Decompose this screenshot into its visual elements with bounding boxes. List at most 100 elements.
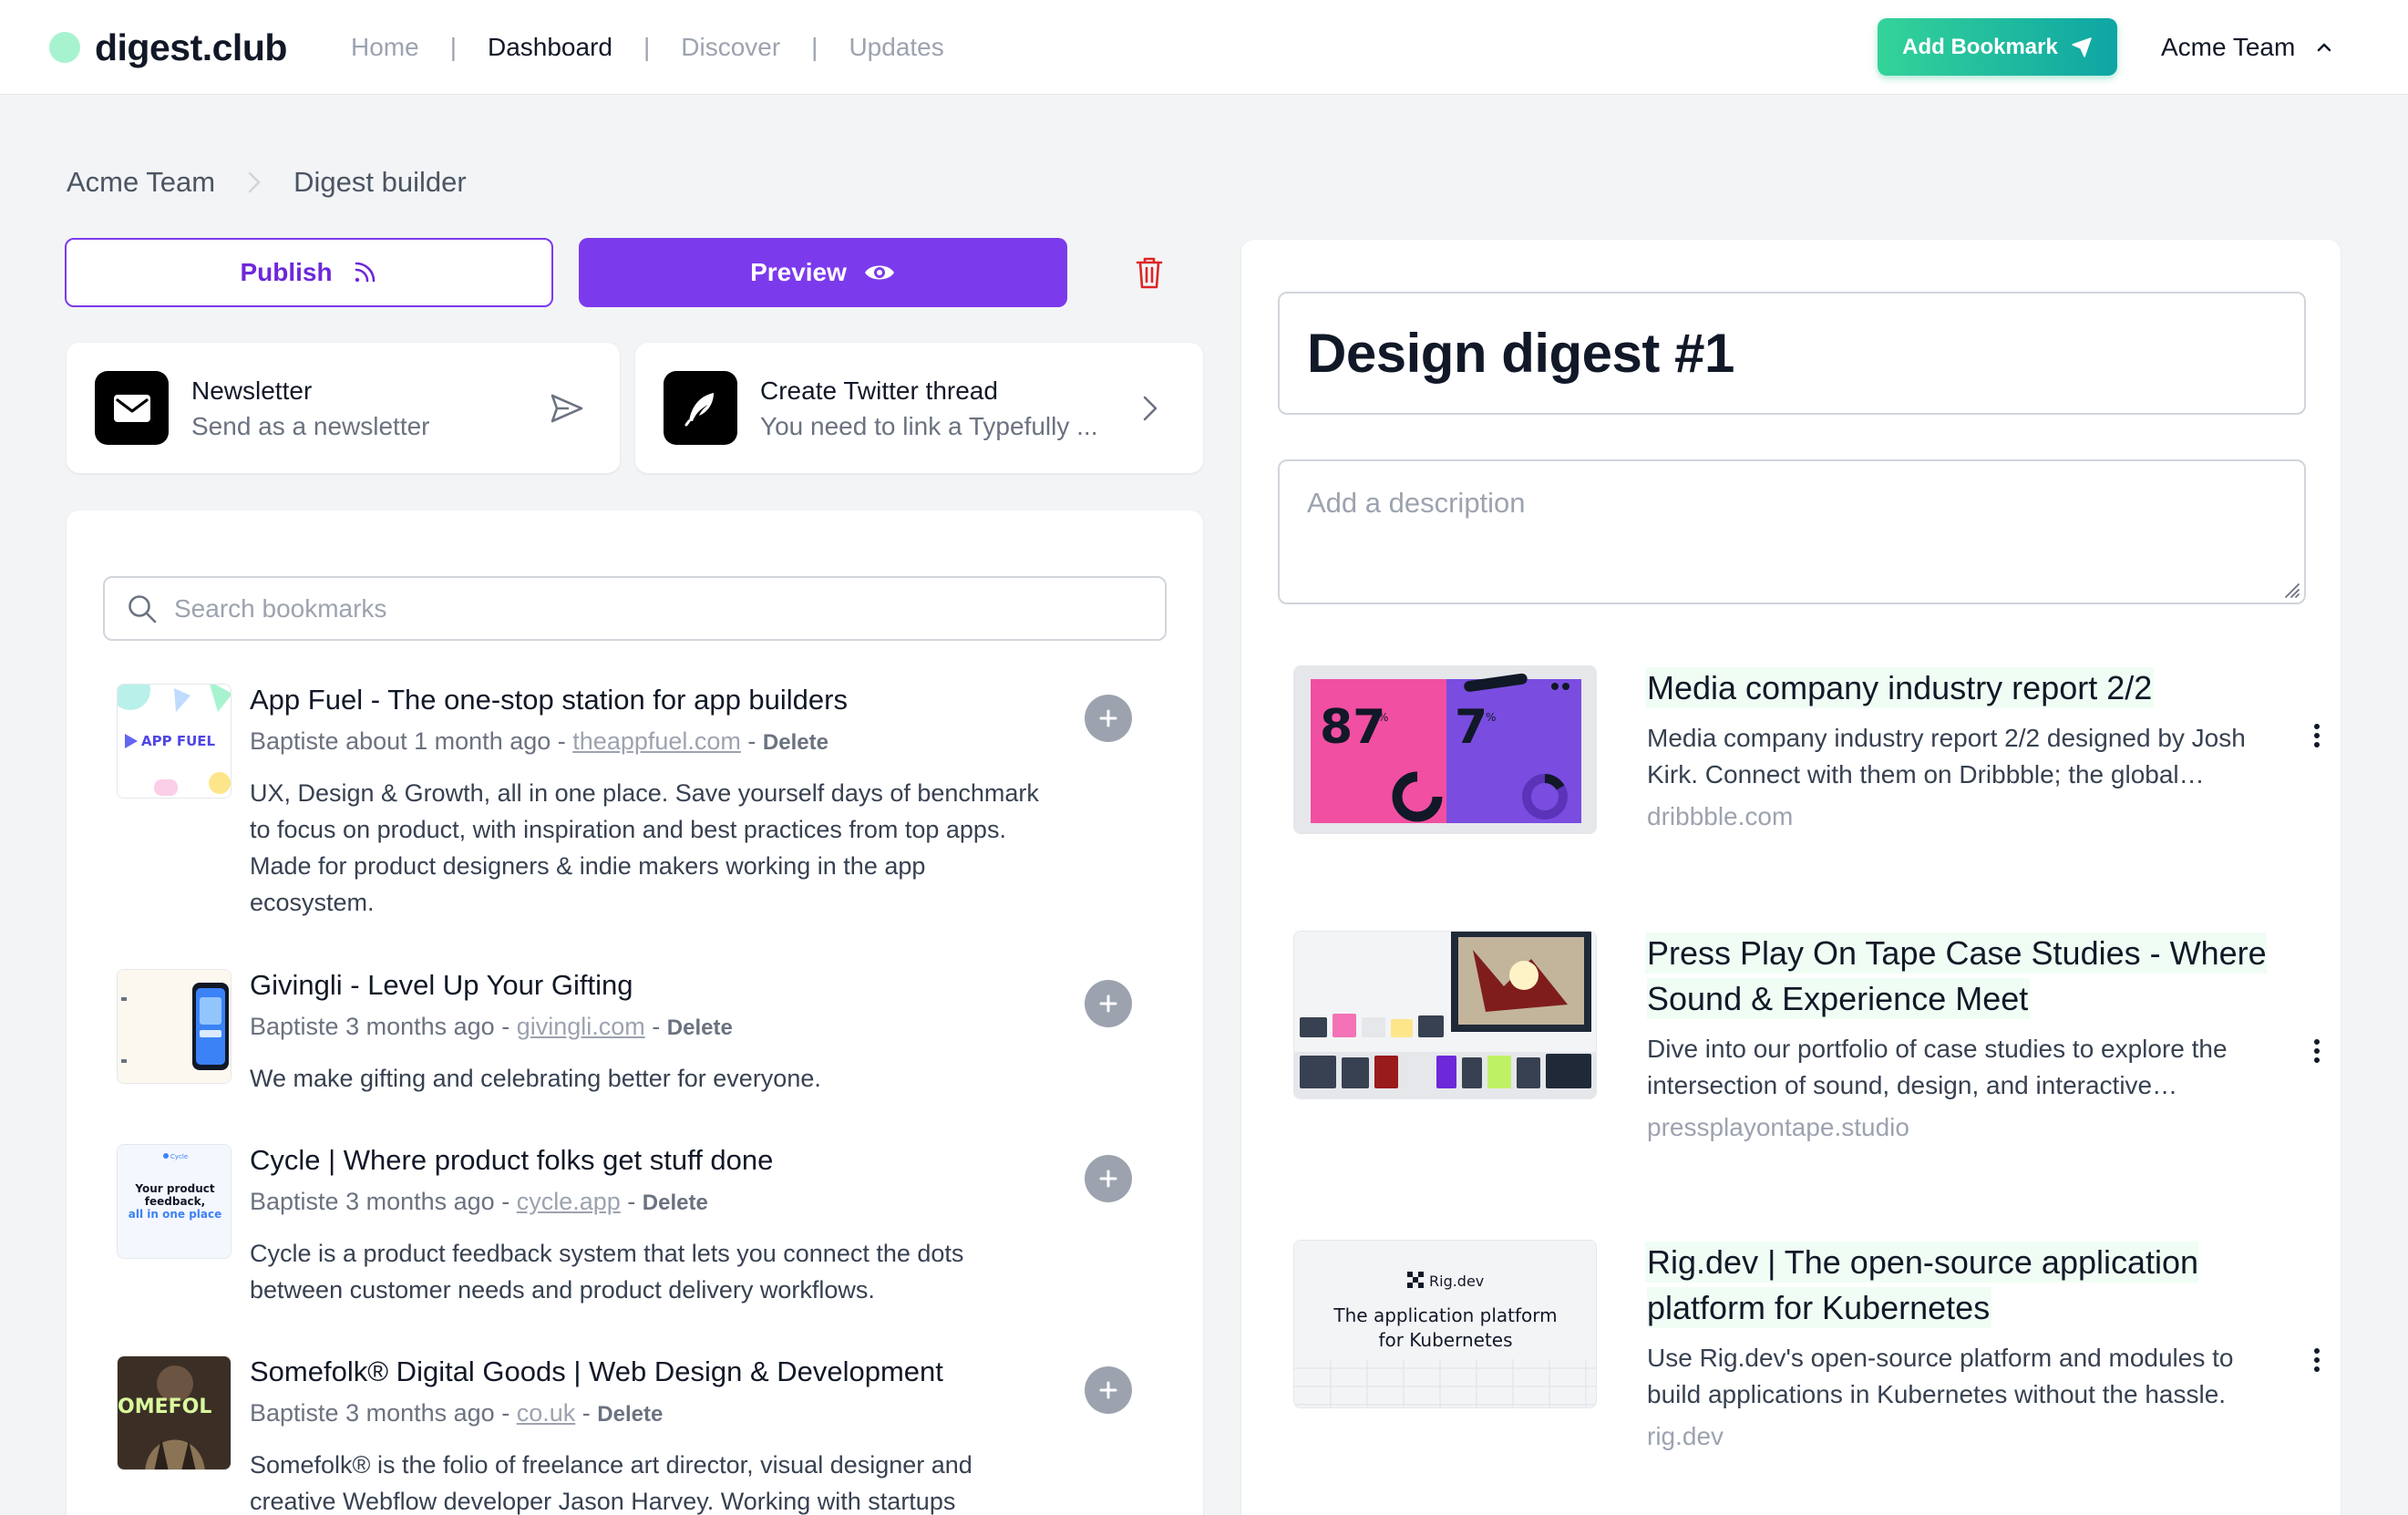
nav-dashboard[interactable]: Dashboard <box>488 33 612 62</box>
plus-icon <box>1099 1381 1117 1399</box>
bookmark-domain-link[interactable]: theappfuel.com <box>572 727 741 755</box>
paper-plane-icon <box>549 390 585 427</box>
nav-discover[interactable]: Discover <box>681 33 780 62</box>
digest-item-title[interactable]: Media company industry report 2/2 <box>1647 665 2267 711</box>
preview-label: Preview <box>750 258 847 286</box>
preview-button[interactable]: Preview <box>579 238 1067 307</box>
rig-thumb-line1: The application platform <box>1333 1304 1557 1326</box>
bookmark-delete-link[interactable]: Delete <box>667 1015 733 1040</box>
search-icon <box>127 593 158 624</box>
rig-thumb-line2: for Kubernetes <box>1378 1329 1512 1351</box>
add-to-digest-button[interactable] <box>1085 695 1132 742</box>
appfuel-thumb-text: APP FUEL <box>141 733 215 749</box>
twitter-thread-card[interactable]: Create Twitter thread You need to link a… <box>635 343 1203 473</box>
digest-item-title-text: Media company industry report 2/2 <box>1647 669 2153 706</box>
bookmark-thumbnail[interactable]: OMEFOL <box>117 1355 232 1470</box>
twitter-thread-subtitle: You need to link a Typefully ... <box>760 412 1098 440</box>
main-nav: Home | Dashboard | Discover | Updates <box>351 27 944 67</box>
newsletter-title: Newsletter <box>191 376 313 405</box>
plus-icon <box>1099 995 1117 1013</box>
digest-item-title[interactable]: Rig.dev | The open-source application pl… <box>1647 1240 2267 1331</box>
nav-home[interactable]: Home <box>351 33 419 62</box>
typefully-feather-icon <box>664 371 737 445</box>
bookmark-title[interactable]: Somefolk® Digital Goods | Web Design & D… <box>250 1355 943 1388</box>
digest-item-domain[interactable]: rig.dev <box>1647 1422 1724 1451</box>
more-vertical-icon <box>2314 1039 2320 1063</box>
more-vertical-icon <box>2314 1348 2320 1372</box>
add-bookmark-button[interactable]: Add Bookmark <box>1878 18 2117 76</box>
publish-button[interactable]: Publish <box>65 238 553 307</box>
bookmark-author: Baptiste <box>250 1013 339 1040</box>
newsletter-subtitle: Send as a newsletter <box>191 412 430 440</box>
team-menu[interactable]: Acme Team <box>2161 27 2333 67</box>
bookmark-delete-link[interactable]: Delete <box>643 1190 708 1215</box>
bookmark-delete-link[interactable]: Delete <box>597 1402 663 1427</box>
digest-item-domain[interactable]: pressplayontape.studio <box>1647 1113 1909 1142</box>
thumb-left-unit: % <box>1378 711 1388 724</box>
add-to-digest-button[interactable] <box>1085 980 1132 1027</box>
bookmark-description: UX, Design & Growth, all in one place. S… <box>250 779 1039 916</box>
digest-item-title[interactable]: Press Play On Tape Case Studies - Where … <box>1647 931 2267 1022</box>
search-bookmarks-box <box>103 576 1167 641</box>
digest-item-thumbnail[interactable] <box>1293 931 1597 1099</box>
digest-item-description: Use Rig.dev's open-source platform and m… <box>1647 1344 2234 1408</box>
bookmark-domain-link[interactable]: cycle.app <box>517 1188 621 1215</box>
delete-digest-button[interactable] <box>1132 253 1167 292</box>
digest-item-domain[interactable]: dribbble.com <box>1647 802 1793 831</box>
bookmark-title[interactable]: Cycle | Where product folks get stuff do… <box>250 1144 773 1177</box>
cycle-thumb-line2: feedback, <box>145 1195 205 1208</box>
thumb-right-unit: % <box>1486 711 1496 724</box>
cycle-thumb-line1: Your product <box>134 1182 214 1195</box>
team-name: Acme Team <box>2161 33 2296 61</box>
bookmark-description: Somefolk® is the folio of freelance art … <box>250 1451 972 1515</box>
bookmark-time: 3 months ago <box>345 1399 495 1427</box>
digest-item-thumbnail[interactable]: 87 % 7 % <box>1293 665 1597 834</box>
nav-separator: | <box>811 33 818 61</box>
nav-separator: | <box>449 33 457 61</box>
search-bookmarks-input[interactable] <box>174 593 1158 624</box>
bookmark-time: 3 months ago <box>345 1013 495 1040</box>
digest-description-input[interactable] <box>1280 461 2304 603</box>
logo-text: digest.club <box>95 26 287 68</box>
add-to-digest-button[interactable] <box>1085 1366 1132 1414</box>
bookmark-domain-link[interactable]: co.uk <box>517 1399 576 1427</box>
nav-updates[interactable]: Updates <box>849 33 943 62</box>
digest-item-description: Dive into our portfolio of case studies … <box>1647 1035 2228 1099</box>
digest-item-menu-button[interactable] <box>2308 1342 2326 1378</box>
add-bookmark-label: Add Bookmark <box>1902 34 2058 59</box>
digest-panel: Design digest #1 87 % 7 % Media c <box>1241 240 2341 1515</box>
digest-item: Press Play On Tape Case Studies - Where … <box>1293 931 2320 1142</box>
digest-item-thumbnail[interactable]: Rig.dev The application platform for Kub… <box>1293 1240 1597 1408</box>
digest-description-box <box>1278 459 2306 604</box>
bookmark-thumbnail[interactable] <box>117 969 232 1084</box>
bookmark-title[interactable]: App Fuel - The one-stop station for app … <box>250 684 848 716</box>
top-navigation: digest.club Home | Dashboard | Discover … <box>0 0 2408 95</box>
publish-label: Publish <box>240 258 333 286</box>
bookmark-item: Givingli - Level Up Your Gifting Baptist… <box>117 969 1192 1106</box>
bookmark-item: APP FUEL App Fuel - The one-stop station… <box>117 684 1192 939</box>
logo[interactable]: digest.club <box>49 24 287 71</box>
cycle-thumb-line3: all in one place <box>129 1208 222 1221</box>
resize-grip-icon[interactable] <box>2280 579 2300 599</box>
bookmark-domain-link[interactable]: givingli.com <box>517 1013 645 1040</box>
bookmark-thumbnail[interactable]: APP FUEL <box>117 684 232 799</box>
bookmark-item: Cycle Your product feedback, all in one … <box>117 1144 1192 1326</box>
newsletter-card[interactable]: Newsletter Send as a newsletter <box>67 343 620 473</box>
bookmark-delete-link[interactable]: Delete <box>763 730 828 755</box>
bookmark-description: Cycle is a product feedback system that … <box>250 1240 964 1304</box>
digest-item-menu-button[interactable] <box>2308 717 2326 754</box>
thumb-left-value: 87 <box>1320 700 1385 755</box>
digest-title-input[interactable]: Design digest #1 <box>1278 292 2306 415</box>
more-vertical-icon <box>2314 724 2320 747</box>
add-to-digest-button[interactable] <box>1085 1155 1132 1202</box>
breadcrumb-team[interactable]: Acme Team <box>67 166 215 199</box>
eye-icon <box>864 265 894 280</box>
digest-item-menu-button[interactable] <box>2308 1033 2326 1069</box>
somefolk-thumb-text: OMEFOL <box>118 1396 211 1418</box>
chevron-up-icon <box>2318 43 2331 52</box>
bookmark-title[interactable]: Givingli - Level Up Your Gifting <box>250 969 633 1002</box>
plus-icon <box>1099 1170 1117 1188</box>
bookmark-thumbnail[interactable]: Cycle Your product feedback, all in one … <box>117 1144 232 1259</box>
bookmark-meta: Baptiste 3 months ago - cycle.app - Dele… <box>250 1188 708 1215</box>
bookmark-meta: Baptiste about 1 month ago - theappfuel.… <box>250 727 828 755</box>
